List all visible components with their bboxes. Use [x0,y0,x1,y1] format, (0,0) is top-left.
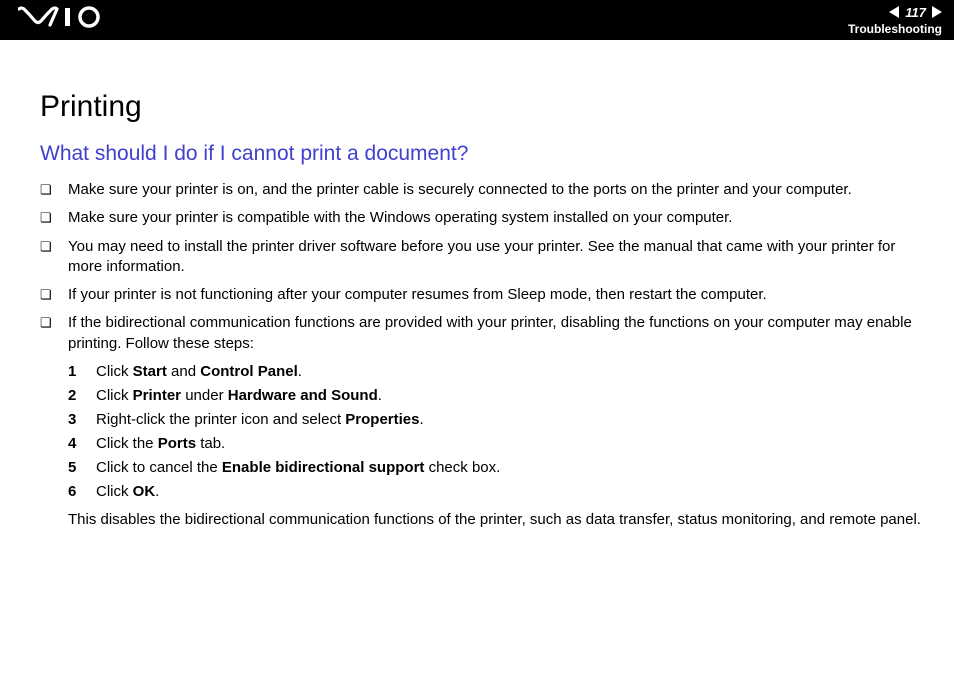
step-num: 5 [68,456,76,480]
step-item: 5Click to cancel the Enable bidirectiona… [68,456,924,480]
bullet-item: You may need to install the printer driv… [40,237,924,278]
page-title: Printing [40,90,924,124]
step-num: 4 [68,432,76,456]
step-num: 2 [68,384,76,408]
bullet-item: If your printer is not functioning after… [40,285,924,305]
header-bar: 117 Troubleshooting [0,0,954,40]
step-item: 1Click Start and Control Panel. [68,360,924,384]
step-num: 3 [68,408,76,432]
bullet-text: Make sure your printer is on, and the pr… [68,181,852,198]
page-nav: 117 [889,5,942,20]
bullet-text: You may need to install the printer driv… [68,238,895,275]
step-item: 3Right-click the printer icon and select… [68,408,924,432]
header-right: 117 Troubleshooting [848,5,942,36]
bullet-list: Make sure your printer is on, and the pr… [40,180,924,530]
step-item: 4Click the Ports tab. [68,432,924,456]
page-content: Printing What should I do if I cannot pr… [0,40,954,558]
bullet-text: If your printer is not functioning after… [68,286,767,303]
vaio-logo [18,6,108,35]
bullet-text: Make sure your printer is compatible wit… [68,209,732,226]
bullet-item: Make sure your printer is on, and the pr… [40,180,924,200]
step-item: 2Click Printer under Hardware and Sound. [68,384,924,408]
page-subtitle: What should I do if I cannot print a doc… [40,142,924,166]
bullet-item: Make sure your printer is compatible wit… [40,208,924,228]
bullet-text: If the bidirectional communication funct… [68,314,912,351]
section-label: Troubleshooting [848,22,942,36]
step-num: 1 [68,360,76,384]
followup-text: This disables the bidirectional communic… [68,510,924,530]
page-number: 117 [903,5,928,20]
step-num: 6 [68,480,76,504]
step-item: 6Click OK. [68,480,924,504]
next-page-icon[interactable] [932,6,942,18]
prev-page-icon[interactable] [889,6,899,18]
steps-list: 1Click Start and Control Panel. 2Click P… [68,360,924,504]
bullet-item: If the bidirectional communication funct… [40,313,924,530]
